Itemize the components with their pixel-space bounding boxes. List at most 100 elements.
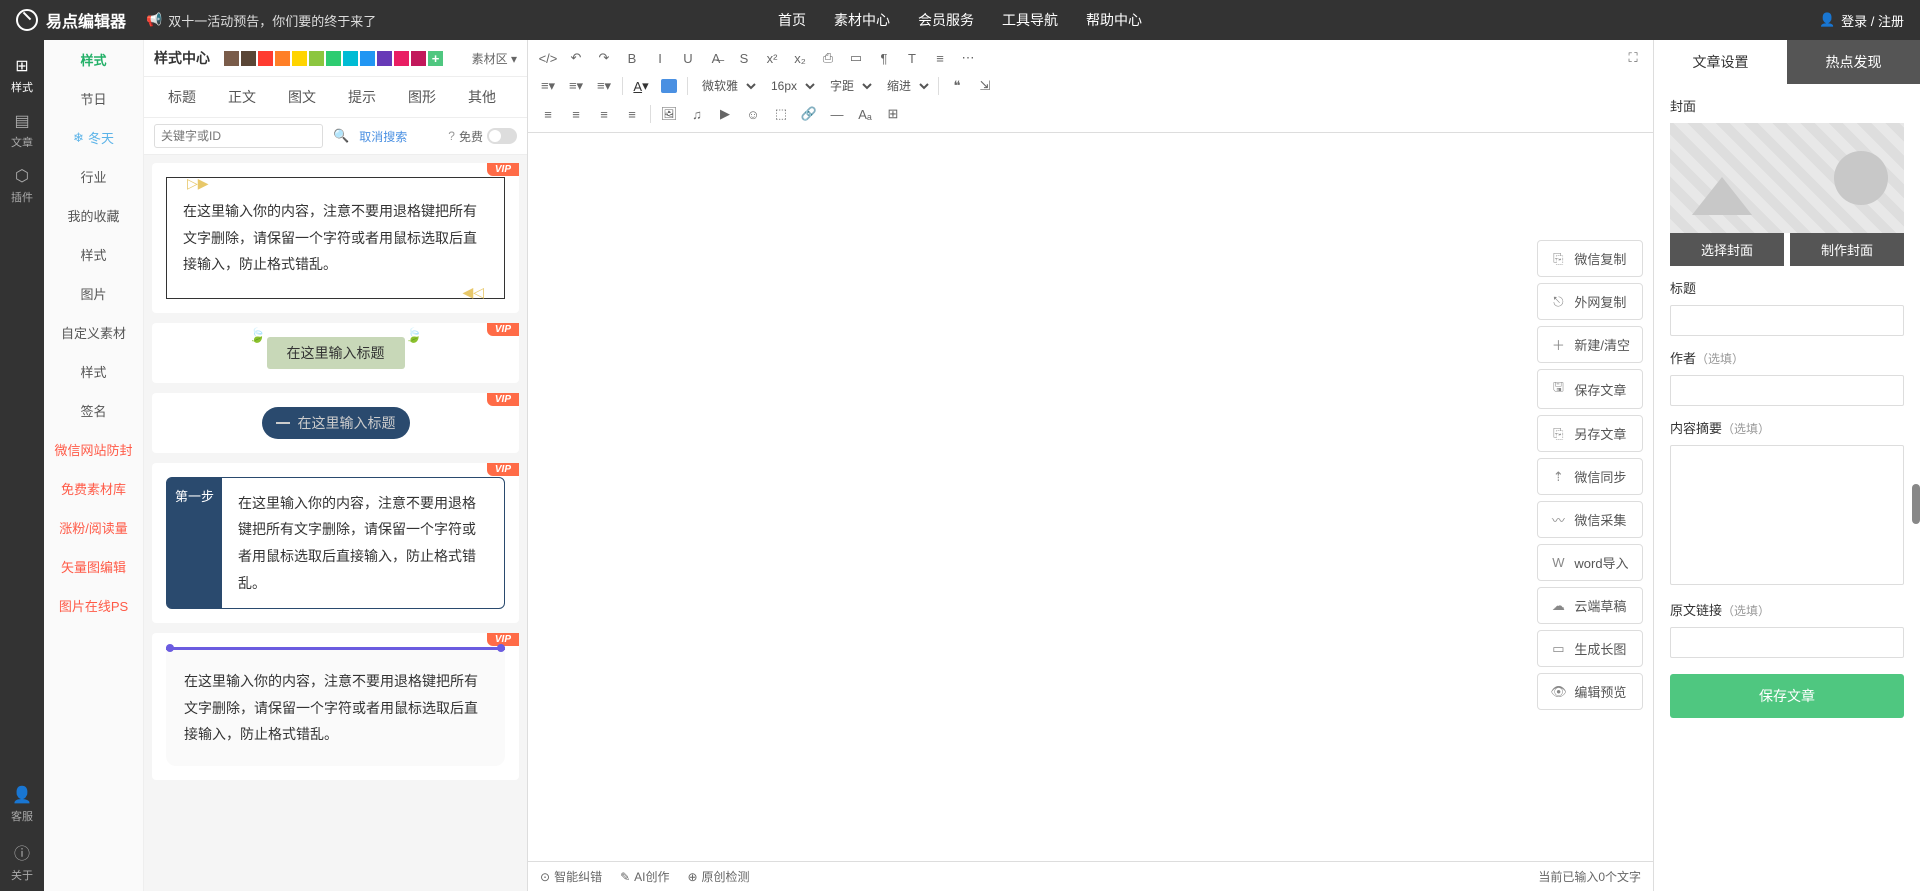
toolbar-btn-r1-13[interactable]: T	[900, 46, 924, 70]
toolbar-btn-r1-5[interactable]: U	[676, 46, 700, 70]
color-swatch[interactable]	[292, 51, 307, 66]
side-tool-4[interactable]: ⎘另存文章	[1537, 415, 1643, 452]
toolbar-btn-r3-10[interactable]: 🔗	[797, 102, 821, 126]
rail-plugin[interactable]: ⬡插件	[0, 158, 44, 213]
choose-cover-button[interactable]: 选择封面	[1670, 233, 1784, 266]
scrollbar-thumb[interactable]	[1912, 484, 1920, 524]
side-tool-7[interactable]: Wword导入	[1537, 544, 1643, 581]
help-icon[interactable]: ?	[448, 129, 455, 143]
side-tool-8[interactable]: ☁云端草稿	[1537, 587, 1643, 624]
bg-color[interactable]	[657, 74, 681, 98]
toolbar-btn-r1-14[interactable]: ≡	[928, 46, 952, 70]
cancel-search[interactable]: 取消搜索	[359, 128, 407, 145]
toolbar-btn-r3-9[interactable]: ⬚	[769, 102, 793, 126]
color-swatch[interactable]	[275, 51, 290, 66]
toolbar-btn-r1-6[interactable]: A̶	[704, 46, 728, 70]
toolbar-btn-r1-3[interactable]: B	[620, 46, 644, 70]
toolbar-btn-r1-1[interactable]: ↶	[564, 46, 588, 70]
color-swatch[interactable]	[241, 51, 256, 66]
toolbar-btn-r1-4[interactable]: I	[648, 46, 672, 70]
side-tool-0[interactable]: ⎘微信复制	[1537, 240, 1643, 277]
logo[interactable]: 易点编辑器	[16, 8, 126, 32]
toolbar-btn-r1-10[interactable]: ⎙	[816, 46, 840, 70]
add-color-button[interactable]: +	[428, 51, 443, 66]
sidebar-item-12[interactable]: 涨粉/阅读量	[44, 508, 143, 547]
toolbar-btn-r3-3[interactable]: ≡	[620, 102, 644, 126]
sidebar-item-8[interactable]: 样式	[44, 352, 143, 391]
search-input[interactable]	[154, 124, 323, 148]
style-tab-4[interactable]: 图形	[394, 83, 450, 111]
nav-home[interactable]: 首页	[778, 10, 806, 30]
sidebar-item-9[interactable]: 签名	[44, 391, 143, 430]
toolbar-btn-r1-15[interactable]: ⋯	[956, 46, 980, 70]
free-toggle[interactable]	[487, 128, 517, 144]
rail-support[interactable]: 👤客服	[0, 777, 44, 832]
sidebar-item-5[interactable]: 样式	[44, 235, 143, 274]
sidebar-item-7[interactable]: 自定义素材	[44, 313, 143, 352]
toolbar-btn-r3-5[interactable]: 🖼	[657, 102, 681, 126]
side-tool-3[interactable]: 🖫保存文章	[1537, 369, 1643, 409]
color-swatch[interactable]	[309, 51, 324, 66]
login-button[interactable]: 👤 登录 / 注册	[1819, 11, 1904, 30]
search-icon[interactable]: 🔍	[333, 128, 349, 144]
rail-style[interactable]: ⊞样式	[0, 48, 44, 103]
sidebar-item-4[interactable]: 我的收藏	[44, 196, 143, 235]
toolbar-btn-r1-11[interactable]: ▭	[844, 46, 868, 70]
sidebar-item-6[interactable]: 图片	[44, 274, 143, 313]
rail-about[interactable]: ⓘ关于	[0, 832, 44, 891]
color-swatch[interactable]	[394, 51, 409, 66]
nav-tools[interactable]: 工具导航	[1002, 10, 1058, 30]
original-check[interactable]: ⊕原创检测	[687, 868, 749, 885]
style-template-3[interactable]: VIP 在这里输入标题	[152, 393, 519, 453]
toolbar-btn-r1-16[interactable]: ⛶	[1621, 46, 1645, 70]
title-input[interactable]	[1670, 305, 1904, 336]
sidebar-item-2[interactable]: ❄冬天	[44, 118, 143, 157]
rail-article[interactable]: ▤文章	[0, 103, 44, 158]
color-swatch[interactable]	[258, 51, 273, 66]
toolbar-btn-r3-6[interactable]: ♫	[685, 102, 709, 126]
side-tool-2[interactable]: ＋新建/清空	[1537, 326, 1643, 363]
toolbar-btn-r3-1[interactable]: ≡	[564, 102, 588, 126]
style-tab-1[interactable]: 正文	[214, 83, 270, 111]
editor-canvas[interactable]	[528, 133, 1653, 861]
toolbar-btn-r1-12[interactable]: ¶	[872, 46, 896, 70]
color-swatch[interactable]	[224, 51, 239, 66]
toolbar-btn-r1-7[interactable]: S	[732, 46, 756, 70]
smart-correct[interactable]: ⊙智能纠错	[540, 868, 602, 885]
sidebar-item-13[interactable]: 矢量图编辑	[44, 547, 143, 586]
align-dropdown[interactable]: ≡▾	[536, 74, 560, 98]
side-tool-6[interactable]: 〰微信采集	[1537, 501, 1643, 538]
color-swatch[interactable]	[411, 51, 426, 66]
side-tool-1[interactable]: ⎋外网复制	[1537, 283, 1643, 320]
sidebar-item-1[interactable]: 节日	[44, 79, 143, 118]
summary-textarea[interactable]	[1670, 445, 1904, 585]
indent-dropdown[interactable]: ≡▾	[592, 74, 616, 98]
side-tool-5[interactable]: ⇡微信同步	[1537, 458, 1643, 495]
sidebar-item-3[interactable]: 行业	[44, 157, 143, 196]
sidebar-item-11[interactable]: 免费素材库	[44, 469, 143, 508]
toolbar-select-0[interactable]: 微软雅	[694, 76, 759, 96]
promo-banner[interactable]: 📢 双十一活动预告，你们要的终于来了	[146, 11, 376, 30]
style-template-1[interactable]: VIP ▷▶ ◀◁ 在这里输入你的内容，注意不要用退格键把所有文字删除，请保留一…	[152, 163, 519, 313]
toolbar-btn-r2e-1[interactable]: ⇲	[973, 74, 997, 98]
color-swatch[interactable]	[360, 51, 375, 66]
toolbar-btn-r2e-0[interactable]: ❝	[945, 74, 969, 98]
tab-article-settings[interactable]: 文章设置	[1654, 40, 1787, 84]
style-template-4[interactable]: VIP 第一步 在这里输入你的内容，注意不要用退格键把所有文字删除，请保留一个字…	[152, 463, 519, 623]
style-tab-5[interactable]: 其他	[454, 83, 510, 111]
style-tab-0[interactable]: 标题	[154, 83, 210, 111]
nav-member[interactable]: 会员服务	[918, 10, 974, 30]
toolbar-btn-r3-8[interactable]: ☺	[741, 102, 765, 126]
toolbar-select-1[interactable]: 16px	[763, 76, 818, 96]
sidebar-item-0[interactable]: 样式	[44, 40, 143, 79]
author-input[interactable]	[1670, 375, 1904, 406]
style-template-2[interactable]: VIP 🍃 🍃 在这里输入标题	[152, 323, 519, 383]
make-cover-button[interactable]: 制作封面	[1790, 233, 1904, 266]
side-tool-9[interactable]: ▭生成长图	[1537, 630, 1643, 667]
style-tab-3[interactable]: 提示	[334, 83, 390, 111]
toolbar-btn-r1-2[interactable]: ↷	[592, 46, 616, 70]
toolbar-select-2[interactable]: 字距	[822, 76, 875, 96]
material-dropdown[interactable]: 素材区 ▾	[472, 50, 517, 67]
toolbar-btn-r3-2[interactable]: ≡	[592, 102, 616, 126]
save-article-button[interactable]: 保存文章	[1670, 674, 1904, 718]
